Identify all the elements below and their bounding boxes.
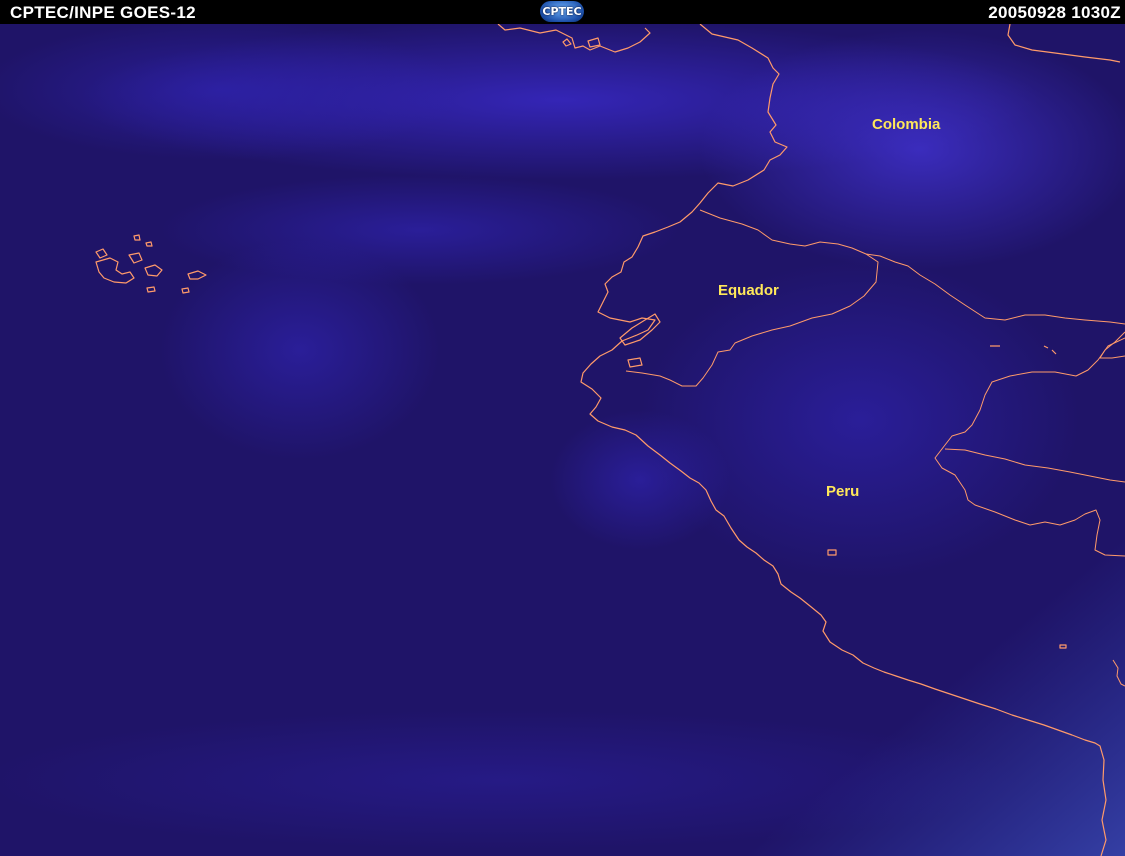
- logo-text: CPTEC: [542, 5, 582, 18]
- cptec-logo: CPTEC: [540, 1, 584, 22]
- satellite-title: CPTEC/INPE GOES-12: [10, 3, 196, 22]
- title-bar: CPTEC/INPE GOES-12 CPTEC 20050928 1030Z: [0, 0, 1125, 24]
- country-label-peru: Peru: [826, 483, 860, 500]
- satellite-map: [0, 24, 1125, 856]
- country-label-colombia: Colombia: [872, 116, 941, 133]
- timestamp: 20050928 1030Z: [988, 3, 1121, 22]
- country-label-ecuador: Equador: [718, 282, 779, 299]
- cloud-south-east: [700, 500, 1125, 856]
